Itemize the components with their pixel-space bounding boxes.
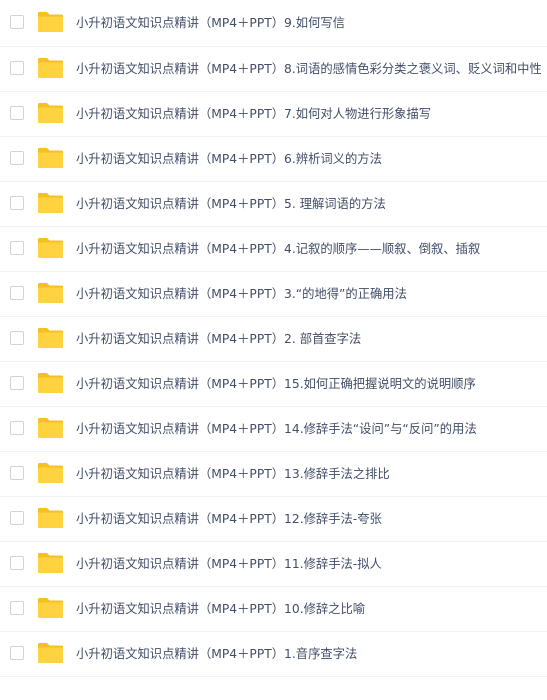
folder-icon[interactable] <box>37 57 64 79</box>
folder-icon[interactable] <box>37 417 64 439</box>
file-row[interactable]: 小升初语文知识点精讲（MP4＋PPT）9.如何写信 <box>0 0 547 47</box>
file-row[interactable]: 小升初语文知识点精讲（MP4＋PPT）1.音序查字法 <box>0 632 547 677</box>
select-checkbox[interactable] <box>10 15 24 29</box>
select-checkbox[interactable] <box>10 466 24 480</box>
folder-icon[interactable] <box>37 282 64 304</box>
file-name-link[interactable]: 小升初语文知识点精讲（MP4＋PPT）4.记叙的顺序——顺叙、倒叙、插叙 <box>76 240 480 258</box>
select-checkbox[interactable] <box>10 601 24 615</box>
folder-icon[interactable] <box>37 102 64 124</box>
file-name-link[interactable]: 小升初语文知识点精讲（MP4＋PPT）12.修辞手法-夸张 <box>76 510 382 528</box>
select-checkbox[interactable] <box>10 556 24 570</box>
select-checkbox[interactable] <box>10 646 24 660</box>
file-row[interactable]: 小升初语文知识点精讲（MP4＋PPT）10.修辞之比喻 <box>0 587 547 632</box>
file-name-link[interactable]: 小升初语文知识点精讲（MP4＋PPT）9.如何写信 <box>76 14 345 32</box>
file-name-link[interactable]: 小升初语文知识点精讲（MP4＋PPT）6.辨析词义的方法 <box>76 150 382 168</box>
file-row[interactable]: 小升初语文知识点精讲（MP4＋PPT）2. 部首查字法 <box>0 317 547 362</box>
file-row[interactable]: 小升初语文知识点精讲（MP4＋PPT）7.如何对人物进行形象描写 <box>0 92 547 137</box>
file-list: 小升初语文知识点精讲（MP4＋PPT）9.如何写信 小升初语文知识点精讲（MP4＋… <box>0 0 547 700</box>
select-checkbox[interactable] <box>10 106 24 120</box>
file-name-link[interactable]: 小升初语文知识点精讲（MP4＋PPT）2. 部首查字法 <box>76 330 361 348</box>
file-row[interactable]: 小升初语文知识点精讲（MP4＋PPT）12.修辞手法-夸张 <box>0 497 547 542</box>
file-row[interactable]: 小升初语文知识点精讲（MP4＋PPT）4.记叙的顺序——顺叙、倒叙、插叙 <box>0 227 547 272</box>
select-checkbox[interactable] <box>10 286 24 300</box>
folder-icon[interactable] <box>37 597 64 619</box>
folder-icon[interactable] <box>37 327 64 349</box>
file-row[interactable]: 小升初语文知识点精讲（MP4＋PPT）14.修辞手法“设问”与“反问”的用法 <box>0 407 547 452</box>
select-checkbox[interactable] <box>10 511 24 525</box>
file-row[interactable]: 小升初语文知识点精讲（MP4＋PPT）8.词语的感情色彩分类之褒义词、贬义词和中… <box>0 47 547 92</box>
folder-icon[interactable] <box>37 372 64 394</box>
file-row[interactable]: 小升初语文知识点精讲（MP4＋PPT）11.修辞手法-拟人 <box>0 542 547 587</box>
folder-icon[interactable] <box>37 147 64 169</box>
folder-icon[interactable] <box>37 237 64 259</box>
file-name-link[interactable]: 小升初语文知识点精讲（MP4＋PPT）10.修辞之比喻 <box>76 600 365 618</box>
select-checkbox[interactable] <box>10 61 24 75</box>
file-name-link[interactable]: 小升初语文知识点精讲（MP4＋PPT）1.音序查字法 <box>76 645 357 663</box>
folder-icon[interactable] <box>37 192 64 214</box>
select-checkbox[interactable] <box>10 331 24 345</box>
file-row[interactable]: 小升初语文知识点精讲（MP4＋PPT）5. 理解词语的方法 <box>0 182 547 227</box>
file-name-link[interactable]: 小升初语文知识点精讲（MP4＋PPT）11.修辞手法-拟人 <box>76 555 382 573</box>
file-name-link[interactable]: 小升初语文知识点精讲（MP4＋PPT）13.修辞手法之排比 <box>76 465 390 483</box>
folder-icon[interactable] <box>37 462 64 484</box>
file-name-link[interactable]: 小升初语文知识点精讲（MP4＋PPT）14.修辞手法“设问”与“反问”的用法 <box>76 420 477 438</box>
select-checkbox[interactable] <box>10 151 24 165</box>
select-checkbox[interactable] <box>10 421 24 435</box>
folder-icon[interactable] <box>37 552 64 574</box>
folder-icon[interactable] <box>37 642 64 664</box>
select-checkbox[interactable] <box>10 376 24 390</box>
file-name-link[interactable]: 小升初语文知识点精讲（MP4＋PPT）7.如何对人物进行形象描写 <box>76 105 431 123</box>
file-row[interactable]: 小升初语文知识点精讲（MP4＋PPT）3.“的地得”的正确用法 <box>0 272 547 317</box>
file-name-link[interactable]: 小升初语文知识点精讲（MP4＋PPT）3.“的地得”的正确用法 <box>76 285 407 303</box>
folder-icon[interactable] <box>37 507 64 529</box>
file-row[interactable]: 小升初语文知识点精讲（MP4＋PPT）13.修辞手法之排比 <box>0 452 547 497</box>
folder-icon[interactable] <box>37 11 64 33</box>
file-row[interactable]: 小升初语文知识点精讲（MP4＋PPT）6.辨析词义的方法 <box>0 137 547 182</box>
file-row[interactable]: 小升初语文知识点精讲（MP4＋PPT）15.如何正确把握说明文的说明顺序 <box>0 362 547 407</box>
file-name-link[interactable]: 小升初语文知识点精讲（MP4＋PPT）5. 理解词语的方法 <box>76 195 386 213</box>
select-checkbox[interactable] <box>10 196 24 210</box>
file-name-link[interactable]: 小升初语文知识点精讲（MP4＋PPT）8.词语的感情色彩分类之褒义词、贬义词和中… <box>76 60 542 78</box>
file-name-link[interactable]: 小升初语文知识点精讲（MP4＋PPT）15.如何正确把握说明文的说明顺序 <box>76 375 476 393</box>
select-checkbox[interactable] <box>10 241 24 255</box>
